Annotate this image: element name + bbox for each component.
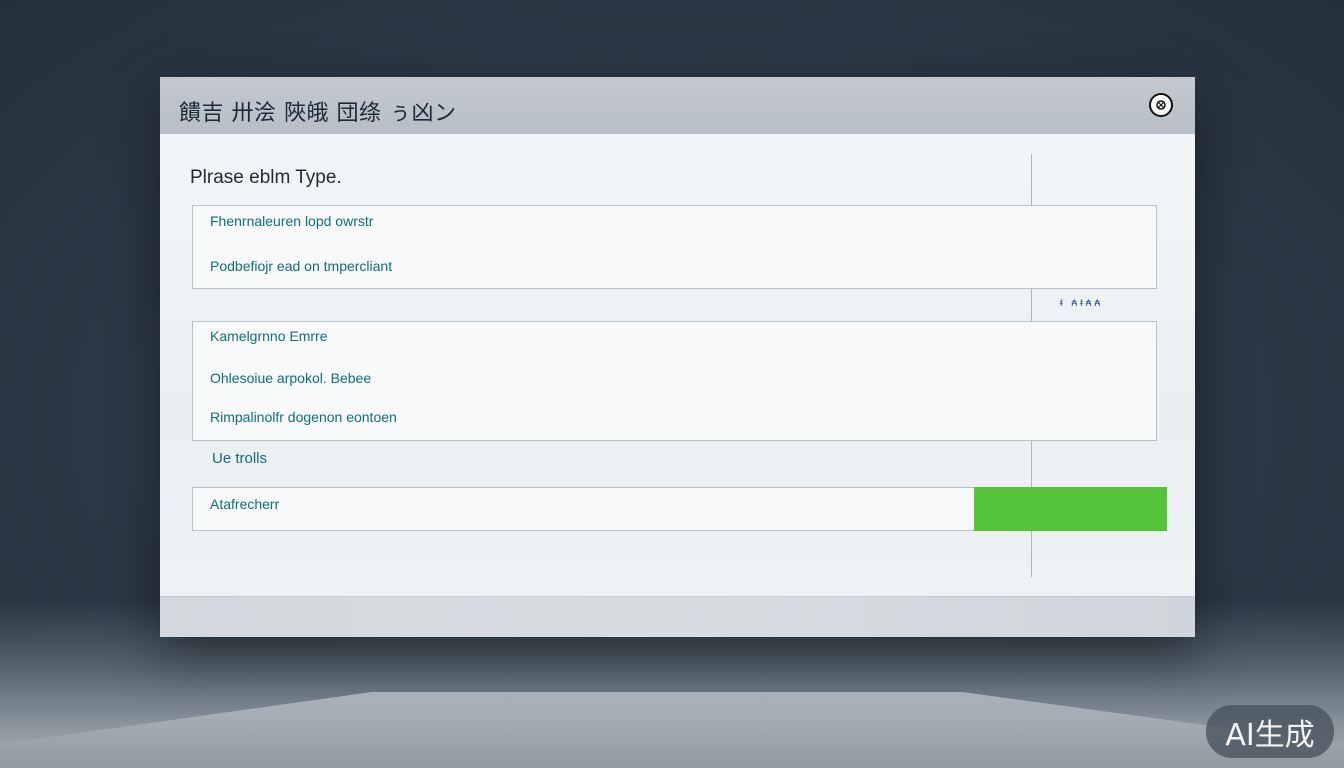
action-field[interactable]: Atafrecherr (192, 487, 974, 531)
list-item[interactable]: Kamelgrnno Emrre (192, 321, 1157, 363)
list-item[interactable]: Fhenrnaleuren lopd owrstr (192, 205, 1157, 249)
list-item[interactable]: Ohlesoiue arpokol. Bebee (192, 362, 1157, 402)
watermark-badge: AI生成 (1206, 705, 1334, 758)
dialog-body: Plrase eblm Type. Fhenrnaleuren lopd owr… (160, 134, 1195, 596)
window-title: 饋吉 卅浍 陜皒 団绦 ぅ凶ン (179, 101, 457, 126)
list-item[interactable]: Podbefiojr ead on tmpercliant (192, 248, 1157, 289)
list-item-label: Ohlesoiue arpokol. Bebee (210, 370, 372, 386)
list-item[interactable]: Rimpalinolfr dogenon eontoen (192, 401, 1157, 441)
dialog-window: 饋吉 卅浍 陜皒 団绦 ぅ凶ン Plrase eblm Type. Fhenrn… (160, 77, 1195, 637)
list-item-label: Kamelgrnno Emrre (210, 328, 328, 344)
list-item-label: Fhenrnaleuren lopd owrstr (210, 213, 374, 229)
title-bar: 饋吉 卅浍 陜皒 団绦 ぅ凶ン (160, 77, 1195, 134)
list-item-label: Podbefiojr ead on tmpercliant (210, 258, 393, 274)
close-icon[interactable] (1149, 93, 1173, 117)
list-item-label: Rimpalinolfr dogenon eontoen (210, 409, 397, 425)
action-field-label: Atafrecherr (210, 496, 280, 512)
dialog-footer (160, 596, 1195, 637)
close-icon-glyph (1156, 100, 1166, 110)
page-heading: Plrase eblm Type. (190, 167, 342, 188)
confirm-button[interactable] (974, 487, 1167, 531)
small-status-text: ᵮ ₳ᵮ₳₳ (1060, 299, 1104, 309)
standalone-label: Ue trolls (212, 450, 268, 467)
